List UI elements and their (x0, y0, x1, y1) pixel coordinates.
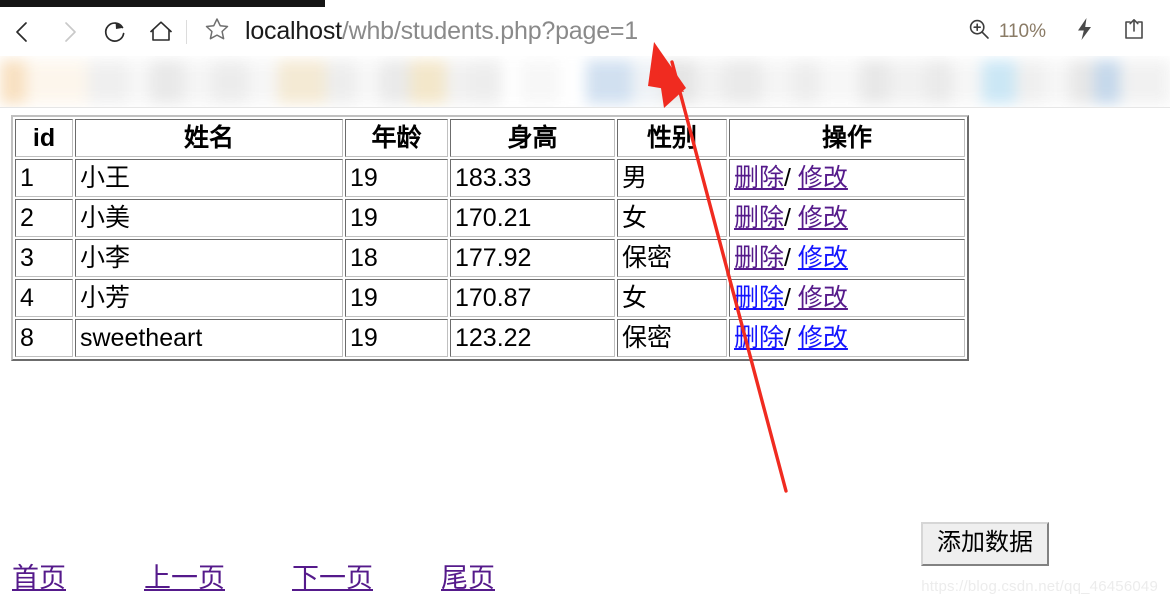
edit-link[interactable]: 修改 (798, 164, 848, 192)
reload-button[interactable] (92, 9, 138, 55)
cell-name: 小李 (75, 239, 343, 277)
cell-gender: 男 (617, 159, 727, 197)
back-button[interactable] (0, 9, 46, 55)
url-text: localhost/whb/students.php?page=1 (245, 17, 638, 46)
edit-link[interactable]: 修改 (798, 324, 848, 352)
cell-name: sweetheart (75, 319, 343, 357)
star-icon (204, 16, 230, 47)
table-row: 8 sweetheart 19 123.22 保密 删除/ 修改 (15, 319, 965, 357)
table-row: 3 小李 18 177.92 保密 删除/ 修改 (15, 239, 965, 277)
cell-id: 4 (15, 279, 73, 317)
url-host: localhost (245, 17, 342, 45)
table-header-row: id 姓名 年龄 身高 性别 操作 (15, 119, 965, 157)
edit-link[interactable]: 修改 (798, 284, 848, 312)
reload-icon (101, 18, 129, 46)
reading-view-button[interactable] (1068, 16, 1102, 47)
page-content: id 姓名 年龄 身高 性别 操作 1 小王 19 183.33 男 删除/ 修… (0, 108, 1170, 601)
students-table: id 姓名 年龄 身高 性别 操作 1 小王 19 183.33 男 删除/ 修… (11, 115, 969, 361)
edit-link[interactable]: 修改 (798, 244, 848, 272)
cell-age: 19 (345, 279, 448, 317)
cell-gender: 保密 (617, 319, 727, 357)
delete-link[interactable]: 删除 (734, 324, 784, 352)
address-bar[interactable]: localhost/whb/students.php?page=1 (239, 9, 967, 55)
cell-age: 19 (345, 199, 448, 237)
browser-toolbar: localhost/whb/students.php?page=1 110% (0, 7, 1170, 56)
delete-link[interactable]: 删除 (734, 204, 784, 232)
add-data-button[interactable]: 添加数据 (921, 522, 1049, 567)
cell-id: 8 (15, 319, 73, 357)
cell-name: 小美 (75, 199, 343, 237)
bookmarks-bar[interactable] (0, 56, 1170, 108)
table-row: 4 小芳 19 170.87 女 删除/ 修改 (15, 279, 965, 317)
action-separator: / (784, 324, 791, 352)
cell-height: 183.33 (450, 159, 615, 197)
pagination-previous-link[interactable]: 上一页 (144, 556, 225, 595)
cell-height: 123.22 (450, 319, 615, 357)
pagination: 首页 上一页 下一页 尾页 (0, 556, 600, 600)
cell-gender: 女 (617, 279, 727, 317)
table-row: 1 小王 19 183.33 男 删除/ 修改 (15, 159, 965, 197)
add-favorite-button[interactable] (195, 10, 239, 54)
toolbar-right-group: 110% (967, 16, 1170, 47)
cell-height: 177.92 (450, 239, 615, 277)
pagination-first-link[interactable]: 首页 (12, 556, 66, 595)
zoom-in-icon (967, 17, 991, 46)
forward-button[interactable] (46, 9, 92, 55)
delete-link[interactable]: 删除 (734, 244, 784, 272)
pagination-last-link[interactable]: 尾页 (441, 556, 495, 595)
cell-height: 170.87 (450, 279, 615, 317)
cell-actions: 删除/ 修改 (729, 319, 965, 357)
edit-link[interactable]: 修改 (798, 204, 848, 232)
cell-height: 170.21 (450, 199, 615, 237)
url-path: /whb/students.php?page=1 (341, 17, 639, 45)
lightning-bolt-icon (1074, 16, 1096, 47)
cell-actions: 删除/ 修改 (729, 279, 965, 317)
action-separator: / (784, 164, 791, 192)
column-header-name: 姓名 (75, 119, 343, 157)
cell-name: 小王 (75, 159, 343, 197)
cell-gender: 保密 (617, 239, 727, 277)
cell-gender: 女 (617, 199, 727, 237)
toolbar-divider (186, 19, 187, 44)
cell-name: 小芳 (75, 279, 343, 317)
pagination-next-link[interactable]: 下一页 (292, 556, 373, 595)
watermark-text: https://blog.csdn.net/qq_46456049 (921, 578, 1158, 595)
chevron-left-icon (10, 19, 36, 45)
browser-window: localhost/whb/students.php?page=1 110% i… (0, 0, 1170, 601)
cell-age: 18 (345, 239, 448, 277)
action-separator: / (784, 244, 791, 272)
cell-age: 19 (345, 159, 448, 197)
column-header-age: 年龄 (345, 119, 448, 157)
delete-link[interactable]: 删除 (734, 164, 784, 192)
cell-id: 3 (15, 239, 73, 277)
home-button[interactable] (138, 9, 184, 55)
column-header-gender: 性别 (617, 119, 727, 157)
share-icon (1122, 17, 1146, 46)
table-row: 2 小美 19 170.21 女 删除/ 修改 (15, 199, 965, 237)
column-header-actions: 操作 (729, 119, 965, 157)
cell-actions: 删除/ 修改 (729, 199, 965, 237)
cell-id: 2 (15, 199, 73, 237)
cell-actions: 删除/ 修改 (729, 159, 965, 197)
column-header-id: id (15, 119, 73, 157)
action-separator: / (784, 204, 791, 232)
column-header-height: 身高 (450, 119, 615, 157)
bookmarks-blurred-content (0, 60, 1170, 104)
share-button[interactable] (1112, 17, 1156, 46)
home-icon (147, 18, 175, 46)
cell-actions: 删除/ 修改 (729, 239, 965, 277)
cell-id: 1 (15, 159, 73, 197)
zoom-button[interactable] (967, 17, 991, 46)
window-top-strip (0, 0, 325, 7)
action-separator: / (784, 284, 791, 312)
cell-age: 19 (345, 319, 448, 357)
delete-link[interactable]: 删除 (734, 284, 784, 312)
chevron-right-icon (56, 19, 82, 45)
zoom-level-label: 110% (998, 20, 1046, 42)
